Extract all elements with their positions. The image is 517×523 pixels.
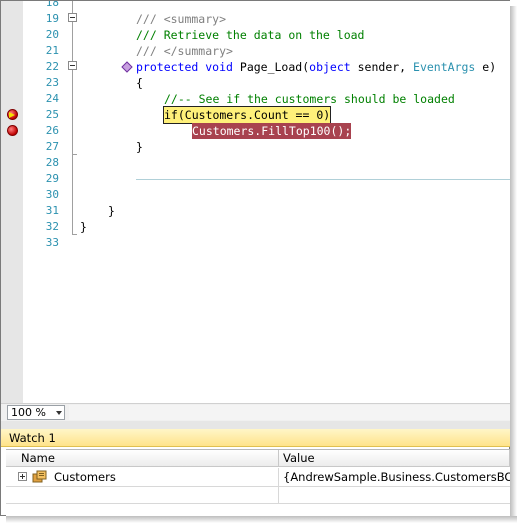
code-line: 18 <box>1 1 510 11</box>
code-line: 24 //-- See if the customers should be l… <box>1 91 510 107</box>
line-number: 33 <box>45 236 59 249</box>
window-shadow <box>510 6 517 523</box>
breakpoint-icon[interactable] <box>7 125 18 136</box>
line-number: 18 <box>45 1 59 9</box>
line-number: 30 <box>45 188 59 201</box>
current-statement-arrow-icon <box>9 112 15 118</box>
code-text: protected void Page_Load(object sender, … <box>136 59 496 75</box>
code-line-breakpoint: 26 Customers.FillTop100(); <box>1 123 510 139</box>
watch-row[interactable]: Customers {AndrewSample.Business.Custome… <box>6 468 517 487</box>
line-number: 29 <box>45 172 59 185</box>
method-separator <box>136 179 510 180</box>
watch-empty-row[interactable] <box>6 487 510 504</box>
code-line: 23 { <box>1 75 510 91</box>
code-line: 28 <box>1 155 510 171</box>
code-line: 21 /// </summary> <box>1 43 510 59</box>
code-text: //-- See if the customers should be load… <box>164 92 455 106</box>
code-editor[interactable]: 18 19 /// <summary> 20 /// Retrieve the … <box>1 1 510 403</box>
identifier: e) <box>482 60 497 74</box>
zoom-value: 100 % <box>11 406 46 419</box>
code-line: 33 <box>1 235 510 251</box>
code-line: 31 } <box>1 203 510 219</box>
line-number: 27 <box>45 140 59 153</box>
line-number: 24 <box>45 92 59 105</box>
identifier: Page_Load( <box>239 60 310 74</box>
line-number: 22 <box>45 60 59 73</box>
keyword: void <box>205 60 233 74</box>
watch-name-cell[interactable]: Customers <box>6 468 279 486</box>
line-number: 20 <box>45 28 59 41</box>
code-line: 20 /// Retrieve the data on the load <box>1 27 510 43</box>
code-text: } <box>108 204 115 218</box>
code-line: 22 protected void Page_Load(object sende… <box>1 59 510 75</box>
column-header-value[interactable]: Value <box>279 450 510 467</box>
line-number: 25 <box>45 108 59 121</box>
chevron-down-icon <box>56 411 62 415</box>
watch-name-cell[interactable] <box>6 487 279 503</box>
line-number: 28 <box>45 156 59 169</box>
code-text: } <box>136 140 143 154</box>
code-line: 27 } <box>1 139 510 155</box>
method-icon <box>121 61 133 73</box>
object-icon <box>32 470 47 483</box>
watch-value: {AndrewSample.Business.CustomersBO} <box>283 470 517 484</box>
keyword: protected <box>136 60 199 74</box>
code-line: 32 } <box>1 219 510 235</box>
code-text: } <box>80 220 87 234</box>
line-number: 26 <box>45 124 59 137</box>
line-number: 19 <box>45 12 59 25</box>
window-shadow <box>6 516 517 523</box>
identifier: sender, <box>357 60 407 74</box>
code-line: 19 /// <summary> <box>1 11 510 27</box>
zoom-dropdown[interactable]: 100 % <box>7 405 65 420</box>
code-text: /// </summary> <box>136 44 233 58</box>
keyword: object <box>309 60 351 74</box>
type-name: EventArgs <box>413 60 476 74</box>
watch-value-cell[interactable]: {AndrewSample.Business.CustomersBO} <box>279 468 517 486</box>
expand-icon[interactable] <box>18 472 27 481</box>
watch-name: Customers <box>54 470 116 484</box>
code-text: /// Retrieve the data on the load <box>136 28 365 42</box>
ide-window: 18 19 /// <summary> 20 /// Retrieve the … <box>0 0 517 518</box>
column-header-name[interactable]: Name <box>6 450 279 467</box>
code-line-current: 25 if(Customers.Count == 0) <box>1 106 510 124</box>
code-text: Customers.FillTop100(); <box>192 123 352 139</box>
line-number: 31 <box>45 204 59 217</box>
line-number: 23 <box>45 76 59 89</box>
pane-splitter[interactable] <box>1 421 510 429</box>
line-number: 21 <box>45 44 59 57</box>
editor-status-bar: 100 % <box>1 403 510 422</box>
watch-window-title[interactable]: Watch 1 <box>1 429 510 447</box>
horizontal-scrollbar[interactable] <box>69 405 510 420</box>
code-text: if(Customers.Count == 0) <box>162 106 332 124</box>
code-text: /// <summary> <box>136 12 227 26</box>
line-number: 32 <box>45 220 59 233</box>
watch-grid: Name Value Customers {AndrewSample.Busin… <box>6 449 517 518</box>
code-line: 30 <box>1 187 510 203</box>
code-text: { <box>136 76 143 90</box>
